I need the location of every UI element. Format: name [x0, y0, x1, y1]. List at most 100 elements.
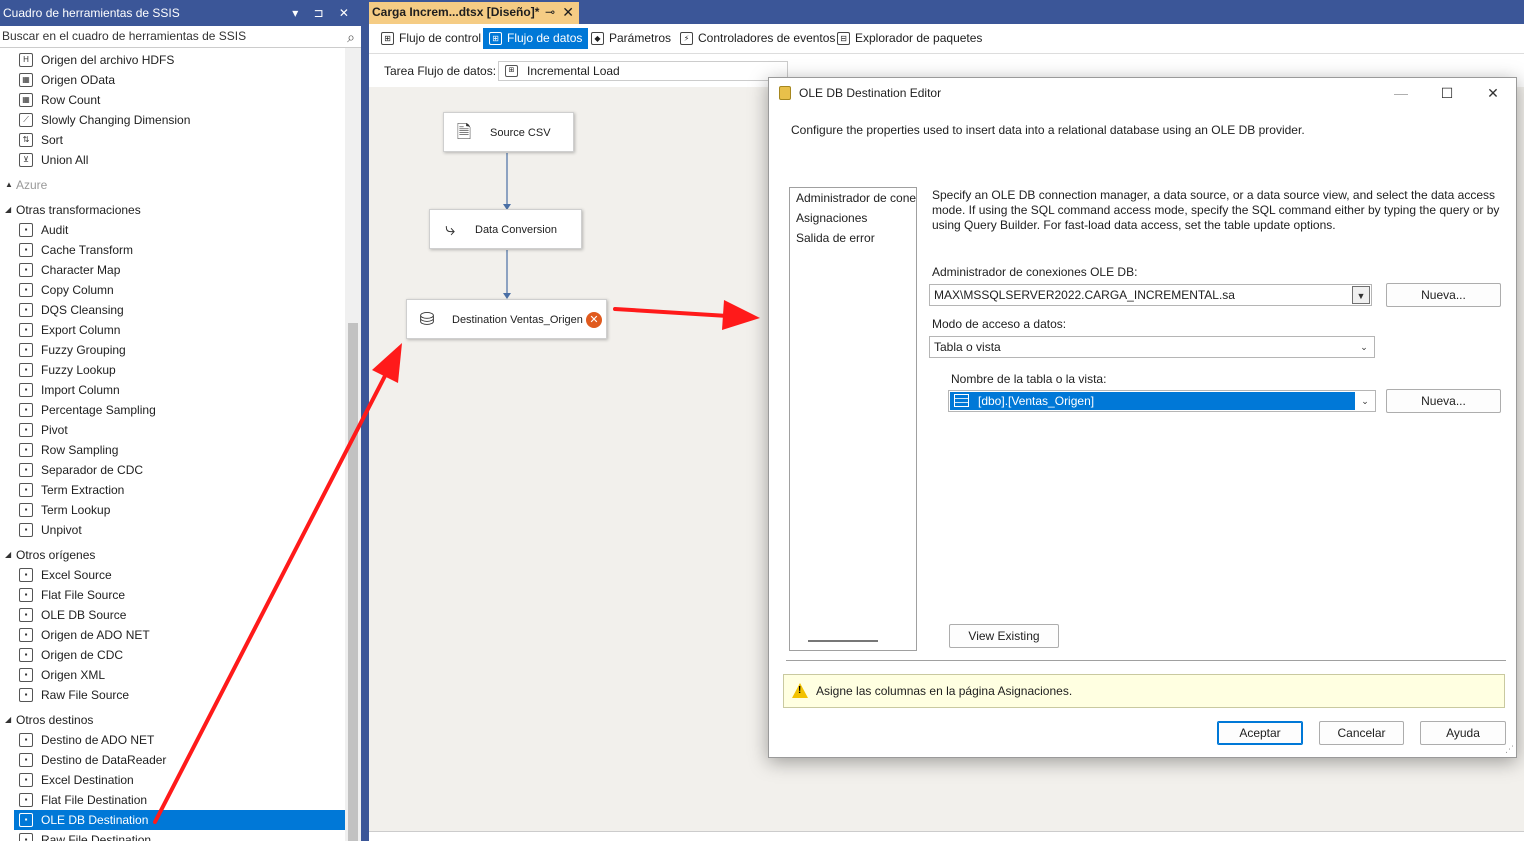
ssis-toolbox-panel: Cuadro de herramientas de SSIS ▾ ⊐ ✕ Bus…	[0, 0, 361, 841]
toolbox-item[interactable]: ▪ Cache Transform	[0, 240, 345, 260]
connection-manager-select[interactable]: MAX\MSSQLSERVER2022.CARGA_INCREMENTAL.sa…	[929, 284, 1372, 306]
toolbox-item[interactable]: ⟋ Slowly Changing Dimension	[0, 110, 345, 130]
destination-component[interactable]: ⛁ Destination Ventas_Origen ✕	[406, 299, 607, 339]
toolbox-item[interactable]: ▪ Fuzzy Lookup	[0, 360, 345, 380]
component-icon: ▪	[19, 688, 33, 702]
toolbox-item[interactable]: ▪ Fuzzy Grouping	[0, 340, 345, 360]
dialog-title: OLE DB Destination Editor	[799, 86, 942, 100]
toolbox-item[interactable]: ▪ Raw File Destination	[0, 830, 345, 841]
component-icon: ▪	[19, 773, 33, 787]
close-icon[interactable]: ✕	[562, 2, 574, 22]
minimize-button[interactable]: —	[1378, 78, 1424, 108]
nav-item-error-output[interactable]: Salida de error	[790, 228, 916, 248]
canvas-scrollbar[interactable]	[369, 831, 1524, 841]
toolbox-item[interactable]: ▪ Flat File Destination	[0, 790, 345, 810]
panel-splitter[interactable]	[361, 0, 369, 841]
toolbox-item-label: Row Count	[41, 93, 101, 107]
component-icon: ▪	[19, 303, 33, 317]
close-button[interactable]: ✕	[1470, 78, 1516, 108]
source-csv-component[interactable]: 🗎 Source CSV	[443, 112, 574, 152]
component-icon: ▪	[19, 323, 33, 337]
toolbox-item[interactable]: ▪ Excel Destination	[0, 770, 345, 790]
toolbox-item[interactable]: ▪ Audit	[0, 220, 345, 240]
chevron-down-icon[interactable]: ⌄	[1355, 338, 1373, 356]
ok-button[interactable]: Aceptar	[1217, 721, 1303, 745]
search-icon[interactable]: ⌕	[347, 27, 355, 48]
new-connection-button[interactable]: Nueva...	[1386, 283, 1501, 307]
toolbox-item-label: Row Sampling	[41, 443, 119, 457]
toolbox-item[interactable]: ▪ DQS Cleansing	[0, 300, 345, 320]
toolbox-item[interactable]: ▪ Import Column	[0, 380, 345, 400]
toolbox-item[interactable]: ▪ OLE DB Source	[0, 605, 345, 625]
tab-event-handlers[interactable]: ⚡ Controladores de eventos	[674, 28, 841, 49]
toolbox-item[interactable]: H Origen del archivo HDFS	[0, 50, 345, 70]
sort-icon: ⇅	[19, 133, 33, 147]
toolbox-category-transforms[interactable]: ◢ Otras transformaciones	[0, 195, 345, 220]
toolbox-item[interactable]: ▪ Percentage Sampling	[0, 400, 345, 420]
toolbox-item[interactable]: ▪ Raw File Source	[0, 685, 345, 705]
component-icon: ▪	[19, 423, 33, 437]
nav-item-connection-manager[interactable]: Administrador de conexiones	[790, 188, 916, 208]
table-name-select[interactable]: [dbo].[Ventas_Origen] ⌄	[948, 390, 1376, 412]
chevron-down-icon[interactable]: ▼	[1352, 286, 1370, 304]
toolbox-item[interactable]: ▪ Copy Column	[0, 280, 345, 300]
tab-parameters[interactable]: ◆ Parámetros	[585, 28, 677, 49]
chart-icon: ⟋	[19, 113, 33, 127]
help-button[interactable]: Ayuda	[1420, 721, 1506, 745]
chevron-down-icon[interactable]: ⌄	[1356, 392, 1374, 410]
toolbox-item[interactable]: ▪ Flat File Source	[0, 585, 345, 605]
data-conversion-component[interactable]: ⤷ Data Conversion	[429, 209, 582, 249]
toolbox-item[interactable]: ▪ Unpivot	[0, 520, 345, 540]
scrollbar-thumb[interactable]	[348, 323, 358, 841]
toolbox-window-controls[interactable]: ▾ ⊐ ✕	[292, 0, 355, 26]
toolbox-item-label: Union All	[41, 153, 89, 167]
grid-icon: ▦	[19, 93, 33, 107]
resize-grip-icon[interactable]: ⋰	[1505, 744, 1514, 755]
toolbox-item-label: Separador de CDC	[41, 463, 144, 477]
toolbox-item[interactable]: ▪ Origen de ADO NET	[0, 625, 345, 645]
cancel-button[interactable]: Cancelar	[1319, 721, 1404, 745]
tab-data-flow[interactable]: ⊞ Flujo de datos	[483, 28, 589, 49]
toolbox-item[interactable]: ⊻ Union All	[0, 150, 345, 170]
toolbox-item[interactable]: ▪ Character Map	[0, 260, 345, 280]
toolbox-item[interactable]: ▪ Term Lookup	[0, 500, 345, 520]
toolbox-item[interactable]: ▪ Row Sampling	[0, 440, 345, 460]
toolbox-scrollbar[interactable]	[345, 48, 361, 841]
access-mode-value: Tabla o vista	[934, 340, 1001, 354]
toolbox-item[interactable]: ▪ Destino de ADO NET	[0, 730, 345, 750]
nav-horizontal-scrollbar[interactable]	[808, 640, 878, 642]
parameters-icon: ◆	[591, 32, 604, 45]
toolbox-item[interactable]: ▪ Export Column	[0, 320, 345, 340]
dialog-separator	[786, 660, 1506, 661]
view-existing-button[interactable]: View Existing	[949, 624, 1059, 648]
toolbox-item[interactable]: ⇅ Sort	[0, 130, 345, 150]
toolbox-category-sources[interactable]: ◢ Otros orígenes	[0, 540, 345, 565]
toolbox-item[interactable]: ▪ Excel Source	[0, 565, 345, 585]
toolbox-item[interactable]: ▪ Origen de CDC	[0, 645, 345, 665]
toolbox-item[interactable]: ▪ Destino de DataReader	[0, 750, 345, 770]
toolbox-item[interactable]: ▦ Row Count	[0, 90, 345, 110]
component-icon: ▪	[19, 568, 33, 582]
tab-package-explorer[interactable]: ⊟ Explorador de paquetes	[831, 28, 988, 49]
nav-item-mappings[interactable]: Asignaciones	[790, 208, 916, 228]
maximize-button[interactable]: ☐	[1424, 78, 1470, 108]
error-icon[interactable]: ✕	[586, 312, 602, 328]
component-icon: ▪	[19, 383, 33, 397]
toolbox-item[interactable]: ▦ Origen OData	[0, 70, 345, 90]
new-table-button[interactable]: Nueva...	[1386, 389, 1501, 413]
tab-control-flow[interactable]: ⊞ Flujo de control	[375, 28, 487, 49]
toolbox-search-input[interactable]: Buscar en el cuadro de herramientas de S…	[0, 26, 361, 48]
pin-icon[interactable]: ⊸	[545, 2, 555, 22]
data-flow-task-select[interactable]: ⊞ Incremental Load	[498, 61, 788, 81]
toolbox-category-destinations[interactable]: ◢ Otros destinos	[0, 705, 345, 730]
toolbox-item[interactable]: ▪ Separador de CDC	[0, 460, 345, 480]
access-mode-select[interactable]: Tabla o vista ⌄	[929, 336, 1375, 358]
data-flow-icon: ⊞	[489, 32, 502, 45]
toolbox-item-selected[interactable]: ▪ OLE DB Destination	[14, 810, 345, 830]
toolbox-category-azure[interactable]: ▲ Azure	[0, 170, 345, 195]
toolbox-item[interactable]: ▪ Term Extraction	[0, 480, 345, 500]
ole-db-destination-editor: OLE DB Destination Editor — ☐ ✕ Configur…	[768, 77, 1517, 758]
document-tab[interactable]: Carga Increm...dtsx [Diseño]* ⊸ ✕	[369, 2, 579, 24]
toolbox-item[interactable]: ▪ Origen XML	[0, 665, 345, 685]
toolbox-item[interactable]: ▪ Pivot	[0, 420, 345, 440]
